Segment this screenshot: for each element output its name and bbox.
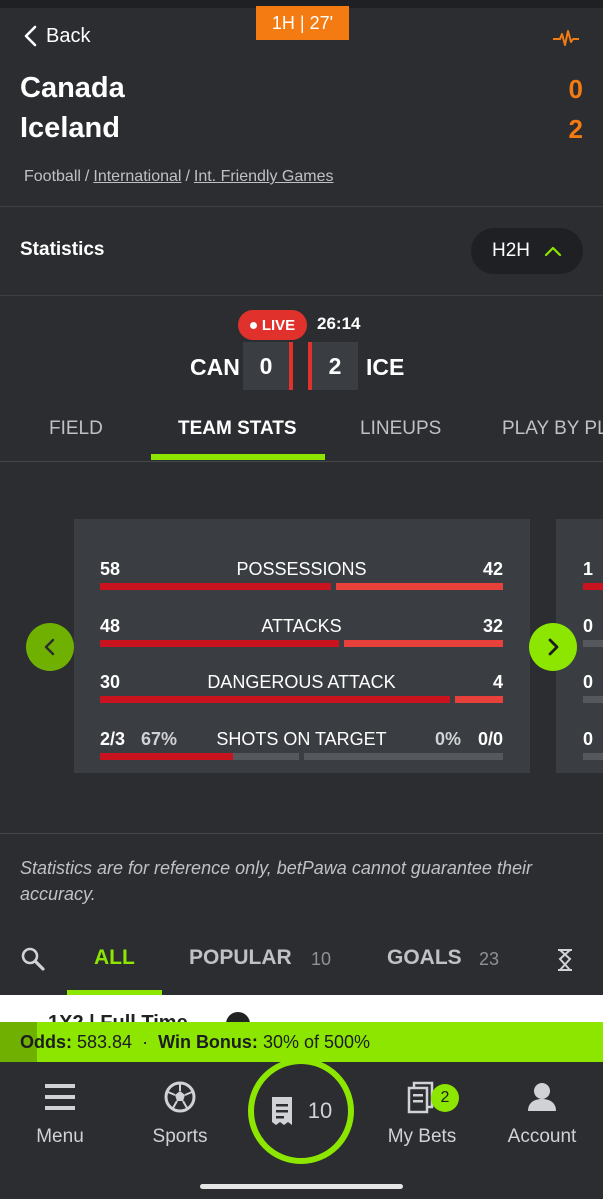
next-card-bar bbox=[583, 696, 603, 703]
period-badge: 1H | 27' bbox=[256, 6, 349, 40]
away-scorebox: 2 bbox=[308, 342, 358, 390]
win-bonus-label: Win Bonus: bbox=[158, 1031, 258, 1052]
market-tab-goals[interactable]: GOALS bbox=[387, 946, 462, 970]
stat-away-value: 42 bbox=[482, 559, 503, 579]
breadcrumb-separator: / bbox=[84, 168, 90, 185]
home-team-score: 0 bbox=[568, 74, 583, 104]
back-label: Back bbox=[46, 24, 91, 47]
live-label: LIVE bbox=[261, 316, 296, 334]
away-team-name: Iceland bbox=[20, 112, 120, 144]
nav-account[interactable]: Account bbox=[492, 1080, 592, 1148]
stat-label: DANGEROUS ATTACK bbox=[207, 672, 396, 692]
breadcrumb: Football / International / Int. Friendly… bbox=[24, 168, 334, 186]
stat-home-bar bbox=[100, 753, 233, 760]
next-card-value: 0 bbox=[583, 729, 594, 749]
next-card-value: 0 bbox=[583, 672, 594, 692]
nav-sports-label: Sports bbox=[152, 1126, 208, 1147]
next-card-bar bbox=[583, 640, 603, 647]
stat-home-bar bbox=[100, 583, 331, 590]
active-tab-indicator bbox=[151, 454, 325, 460]
tab-field[interactable]: FIELD bbox=[49, 418, 103, 440]
market-tab-popular[interactable]: POPULAR bbox=[189, 946, 292, 970]
home-team-abbr: CAN bbox=[190, 354, 240, 380]
stat-home-bar bbox=[100, 640, 339, 647]
nav-menu-label: Menu bbox=[36, 1126, 84, 1147]
win-bonus-value: 30% of 500% bbox=[262, 1031, 371, 1052]
betslip-icon bbox=[271, 1097, 292, 1125]
h2h-label: H2H bbox=[491, 240, 530, 261]
home-scorebox: 0 bbox=[243, 342, 293, 390]
away-team-abbr: ICE bbox=[366, 354, 405, 380]
home-indicator bbox=[200, 1184, 403, 1189]
betslip-button[interactable]: 10 bbox=[248, 1058, 354, 1164]
statistics-title: Statistics bbox=[20, 239, 105, 260]
carousel-next-button[interactable] bbox=[529, 623, 577, 671]
hamburger-menu-icon bbox=[45, 1084, 75, 1110]
chevron-right-icon bbox=[548, 638, 559, 656]
nav-account-label: Account bbox=[507, 1126, 577, 1147]
market-tab-goals-count: 23 bbox=[479, 949, 500, 969]
next-card-value: 0 bbox=[583, 616, 594, 636]
chevron-up-icon bbox=[544, 246, 562, 257]
stat-label: ATTACKS bbox=[261, 616, 342, 636]
stat-away-value: 4 bbox=[492, 672, 503, 692]
next-card-bar bbox=[583, 583, 603, 590]
next-card-bar bbox=[583, 753, 603, 760]
stats-tab-bar: FIELD TEAM STATS LINEUPS PLAY BY PLAY bbox=[0, 400, 603, 462]
odds-value: 583.84 bbox=[77, 1031, 133, 1052]
user-icon bbox=[528, 1083, 556, 1111]
next-card-value: 1 bbox=[583, 559, 594, 579]
carousel-prev-button[interactable] bbox=[26, 623, 74, 671]
live-activity-icon[interactable] bbox=[552, 26, 580, 50]
betslip-count: 10 bbox=[307, 1098, 333, 1123]
home-team-name: Canada bbox=[20, 72, 125, 104]
match-header: Back 1H | 27' Canada Iceland 0 2 Footbal… bbox=[0, 0, 603, 207]
stat-away-bar bbox=[336, 583, 503, 590]
chevron-left-icon bbox=[44, 638, 55, 656]
tab-play-by-play[interactable]: PLAY BY PLAY bbox=[502, 418, 603, 440]
hourglass-icon[interactable] bbox=[556, 948, 574, 972]
back-button[interactable]: Back bbox=[22, 24, 90, 48]
soccer-ball-icon bbox=[164, 1081, 196, 1113]
match-clock: 26:14 bbox=[317, 314, 361, 333]
market-tab-popular-count: 10 bbox=[311, 949, 332, 969]
live-badge: LIVE bbox=[238, 310, 307, 340]
nav-sports[interactable]: Sports bbox=[130, 1080, 230, 1148]
stat-label: POSSESSIONS bbox=[236, 559, 367, 579]
nav-menu[interactable]: Menu bbox=[10, 1080, 110, 1148]
breadcrumb-separator: / bbox=[185, 168, 190, 185]
info-icon[interactable] bbox=[226, 1012, 250, 1022]
stat-away-bar bbox=[455, 696, 503, 703]
stat-away-percent: 0% bbox=[435, 729, 462, 749]
stats-disclaimer: Statistics are for reference only, betPa… bbox=[20, 858, 532, 904]
betslip-summary-bar[interactable]: Odds: 583.84 · Win Bonus: 30% of 500% bbox=[0, 1022, 603, 1062]
my-bets-count-badge: 2 bbox=[431, 1084, 459, 1112]
breadcrumb-category[interactable]: International bbox=[93, 168, 181, 186]
h2h-toggle-button[interactable]: H2H bbox=[471, 228, 583, 274]
summary-separator: · bbox=[142, 1031, 149, 1052]
stat-away-track bbox=[304, 753, 503, 760]
market-title: 1X2 | Full Time bbox=[48, 1012, 188, 1022]
breadcrumb-tournament[interactable]: Int. Friendly Games bbox=[194, 168, 334, 186]
away-team-score: 2 bbox=[568, 114, 583, 144]
tab-team-stats[interactable]: TEAM STATS bbox=[178, 418, 297, 440]
tab-lineups[interactable]: LINEUPS bbox=[360, 418, 441, 440]
breadcrumb-sport: Football bbox=[24, 168, 81, 185]
chevron-left-icon bbox=[24, 25, 37, 47]
odds-label: Odds: bbox=[20, 1031, 72, 1052]
market-list: 1X2 | Full Time bbox=[0, 995, 603, 1022]
stat-away-value: 32 bbox=[482, 616, 503, 636]
market-filter-bar bbox=[0, 928, 603, 995]
stat-home-bar bbox=[100, 696, 450, 703]
market-tab-all[interactable]: ALL bbox=[94, 946, 135, 970]
nav-my-bets-label: My Bets bbox=[387, 1126, 457, 1147]
stat-away-bar bbox=[344, 640, 503, 647]
search-icon[interactable] bbox=[20, 946, 46, 972]
stat-away-value: 0/0 bbox=[477, 729, 503, 749]
live-dot-icon bbox=[249, 321, 257, 329]
